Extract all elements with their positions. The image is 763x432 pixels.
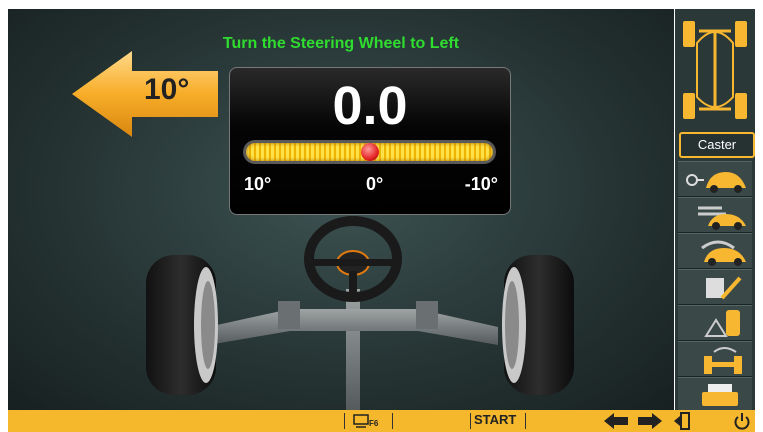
measure-button[interactable] [678,305,752,341]
sidebar: Caster [675,9,755,413]
tools-button[interactable] [678,269,752,305]
gauge-label-right: -10° [464,174,498,194]
alignment-scene: Turn the Steering Wheel to Left 10° 0.0 … [8,9,674,410]
separator [470,413,471,429]
monitor-icon [353,414,369,428]
separator [392,413,393,429]
steering-column [346,289,360,410]
axle-button[interactable] [678,341,752,377]
angle-reading: 0.0 [332,76,408,136]
arrow-angle-label: 10° [144,73,190,106]
swap-button[interactable] [678,197,752,233]
f6-label: F6 [369,419,379,428]
separator [525,413,526,429]
steering-gauge [243,140,496,164]
f6-button[interactable]: F6 [353,413,387,430]
exit-icon[interactable] [674,412,690,430]
swap-icon [698,206,746,230]
caster-readout-panel: 0.0 10° 0° -10° [229,67,511,215]
adjust-icon [686,172,746,193]
right-wheel [502,255,574,395]
gauge-label-left: 10° [244,174,272,194]
wrench-icon [706,276,742,300]
forward-arrow-icon[interactable] [638,413,662,429]
gauge-marker [360,143,379,161]
steering-wheel-icon [304,216,402,302]
caster-mode-button[interactable]: Caster [679,132,755,158]
left-wheel [146,255,218,395]
speed-button[interactable] [678,233,752,269]
bottom-toolbar: F6 START [8,410,755,432]
speed-icon [701,240,746,266]
car-chassis-icon [683,21,747,119]
printer-icon [702,384,738,406]
back-arrow-icon[interactable] [604,413,628,429]
start-button[interactable]: START [474,412,516,427]
separator [344,413,345,429]
print-button[interactable] [678,377,752,413]
adjust-button[interactable] [678,161,752,197]
axle-icon [704,347,742,374]
gauge-icon [704,310,740,337]
power-icon[interactable] [733,412,751,430]
gauge-label-center: 0° [366,174,384,194]
app-window: Turn the Steering Wheel to Left 10° 0.0 … [0,0,763,432]
